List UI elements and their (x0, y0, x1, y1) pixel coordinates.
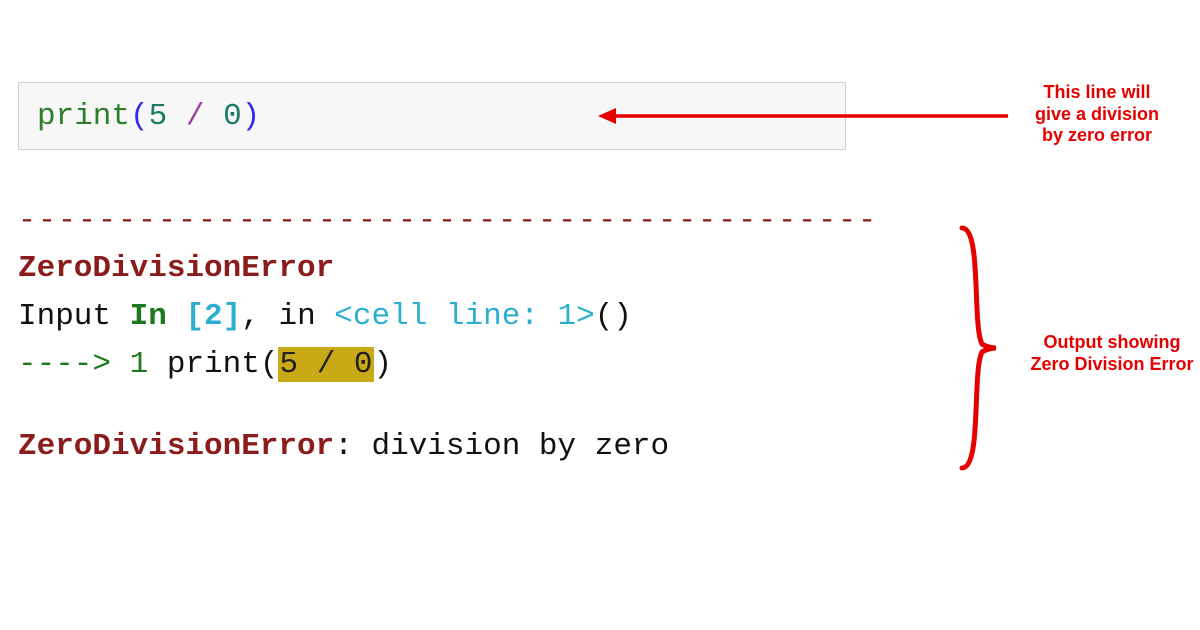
trace-text: Input (18, 299, 130, 334)
trace-bracket: ] (223, 299, 242, 334)
traceback-location: Input In [2], in <cell line: 1>() (18, 293, 878, 341)
trace-text: , in (241, 299, 334, 334)
traceback-header: ZeroDivisionError (18, 245, 878, 293)
token-number: 5 (149, 99, 168, 134)
annotation-output: Output showing Zero Division Error (1022, 332, 1200, 375)
annotation-line: by zero error (1042, 125, 1152, 145)
token-operator: / (317, 347, 336, 382)
token-space (298, 347, 317, 382)
token-number: 5 (279, 347, 298, 382)
output-area: ----------------------------------------… (18, 198, 878, 471)
annotation-line: Output showing (1044, 332, 1181, 352)
error-type: ZeroDivisionError (18, 251, 334, 286)
annotation-line: give a division (1035, 104, 1159, 124)
token-paren-close: ) (242, 99, 261, 134)
token-paren-open: ( (130, 99, 149, 134)
token-space (148, 347, 167, 382)
trace-parens: () (595, 299, 632, 334)
token-function: print (167, 347, 260, 382)
annotation-arrow-icon (598, 104, 1008, 128)
trace-lineno: 1 (130, 347, 149, 382)
token-paren-close: ) (374, 347, 393, 382)
trace-in-keyword: In (130, 299, 186, 334)
error-type: ZeroDivisionError (18, 429, 334, 464)
token-operator: / (186, 99, 205, 134)
token-paren-open: ( (260, 347, 279, 382)
error-message-line: ZeroDivisionError: division by zero (18, 423, 878, 471)
trace-bracket: [ (185, 299, 204, 334)
traceback-separator: ----------------------------------------… (18, 198, 878, 245)
annotation-brace-icon (958, 224, 998, 472)
trace-cell-ref: <cell line: 1> (334, 299, 594, 334)
token-number: 0 (223, 99, 242, 134)
blank-line (18, 389, 878, 423)
error-message: division by zero (371, 429, 669, 464)
error-colon: : (334, 429, 371, 464)
token-space (335, 347, 354, 382)
token-space (167, 99, 186, 134)
trace-arrow: ----> (18, 347, 130, 382)
annotation-input: This line will give a division by zero e… (1012, 82, 1182, 147)
traceback-code-line: ----> 1 print(5 / 0) (18, 341, 878, 389)
annotation-line: This line will (1043, 82, 1150, 102)
trace-exec-count: 2 (204, 299, 223, 334)
token-number: 0 (354, 347, 373, 382)
token-space (204, 99, 223, 134)
token-function: print (37, 99, 130, 134)
annotation-line: Zero Division Error (1030, 354, 1193, 374)
highlighted-expression: 5 / 0 (278, 347, 373, 382)
